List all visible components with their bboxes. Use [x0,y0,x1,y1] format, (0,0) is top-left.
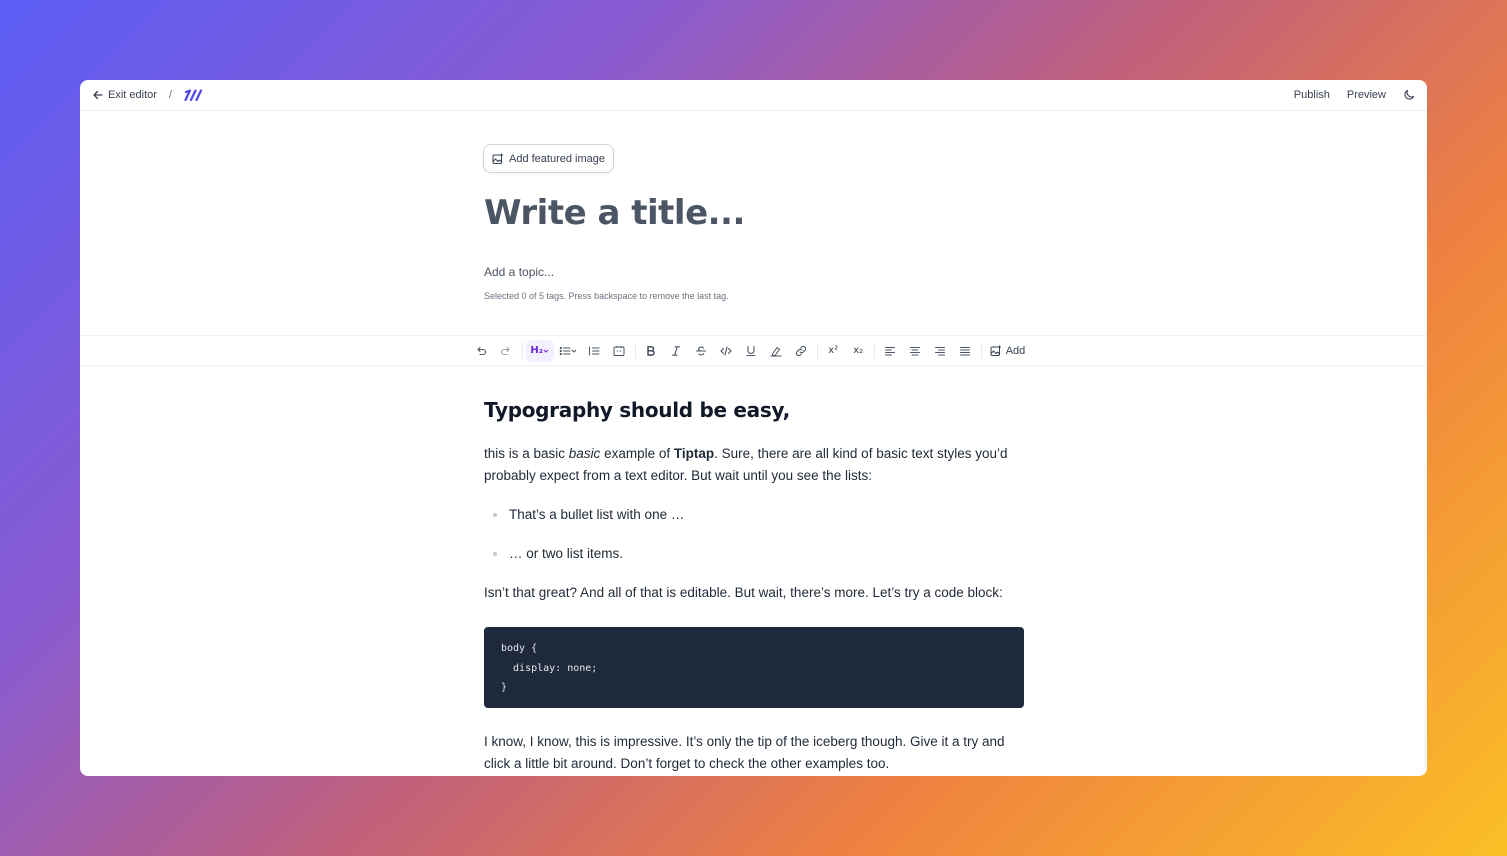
code-block-icon [613,345,625,356]
image-add-icon [492,153,503,164]
italic-button[interactable] [664,340,689,362]
top-bar-left: Exit editor / [92,88,202,102]
italic-icon [672,345,681,356]
formatting-toolbar: H₂ x² x₂ Add [80,335,1427,366]
code-block-button[interactable] [607,340,632,362]
bullet-list-icon [559,346,571,355]
redo-button[interactable] [494,340,519,362]
chevron-down-icon [543,349,549,353]
list-item: … or two list items. [484,543,1024,565]
add-featured-image-label: Add featured image [509,152,606,165]
undo-button[interactable] [469,340,494,362]
align-left-icon [885,346,896,355]
redo-icon [501,346,510,355]
top-bar: Exit editor / Publish Preview [80,80,1427,111]
strike-icon [696,346,707,355]
toolbar-divider [634,342,636,359]
document-paragraph: I know, I know, this is impressive. It’s… [484,734,1005,771]
document-heading: Typography should be easy, [484,398,790,422]
highlight-button[interactable] [764,340,789,362]
publish-button[interactable]: Publish [1294,89,1330,101]
highlight-icon [770,346,782,356]
title-input[interactable] [484,193,1024,233]
subscript-button[interactable]: x₂ [846,340,871,362]
list-dropdown-button[interactable] [554,340,582,362]
document-paragraph: Isn’t that great? And all of that is edi… [484,585,1003,600]
toolbar-divider [873,342,875,359]
bold-icon [647,345,655,356]
align-justify-icon [960,346,971,355]
code-block: body { display: none; } [484,627,1024,708]
image-add-icon [990,345,1001,356]
tiptap-logo-icon[interactable] [184,88,202,102]
link-button[interactable] [789,340,814,362]
arrow-left-icon [93,90,103,100]
text-run: example of [600,446,674,461]
topic-input[interactable] [484,265,884,279]
exit-editor-button[interactable]: Exit editor [92,89,157,101]
bold-button[interactable] [639,340,664,362]
preview-button[interactable]: Preview [1347,89,1386,101]
text-run: this is a basic [484,446,569,461]
align-center-button[interactable] [903,340,928,362]
align-justify-button[interactable] [953,340,978,362]
superscript-icon: x² [828,345,839,356]
document-paragraph: this is a basic basic example of Tiptap.… [484,443,1024,487]
toolbar-divider [521,342,523,359]
blockquote-button[interactable] [582,340,607,362]
add-featured-image-button[interactable]: Add featured image [483,144,615,173]
strikethrough-button[interactable] [689,340,714,362]
chevron-down-icon [571,349,577,353]
superscript-button[interactable]: x² [821,340,846,362]
align-right-button[interactable] [928,340,953,362]
italic-text: basic [568,446,601,461]
post-header: Add featured image Selected 0 of 5 tags.… [80,111,1427,335]
underline-icon [746,345,756,356]
editor-window: Exit editor / Publish Preview Add featur… [80,80,1427,776]
heading-icon: H₂ [530,345,544,356]
undo-icon [477,346,487,355]
bullet-list: That’s a bullet list with one … … or two… [484,504,1024,565]
link-icon [796,345,807,356]
toolbar-divider [816,342,818,359]
align-right-icon [935,346,946,355]
exit-editor-label: Exit editor [108,89,157,101]
inline-code-button[interactable] [714,340,739,362]
bold-text: Tiptap [673,446,715,461]
align-center-icon [910,346,921,355]
breadcrumb-separator: / [168,89,172,101]
moon-icon[interactable] [1403,89,1415,101]
ordered-list-icon [589,346,600,355]
add-image-label: Add [1005,344,1026,357]
top-bar-right: Publish Preview [1294,89,1415,101]
heading-dropdown-button[interactable]: H₂ [525,339,554,362]
code-icon [720,345,732,356]
editor-content[interactable]: Typography should be easy, this is a bas… [484,366,1024,775]
toolbar-divider [980,342,982,359]
tags-hint: Selected 0 of 5 tags. Press backspace to… [484,291,729,301]
list-item: That’s a bullet list with one … [484,504,1024,526]
subscript-icon: x₂ [853,345,864,356]
align-left-button[interactable] [878,340,903,362]
underline-button[interactable] [739,340,764,362]
add-image-button[interactable]: Add [985,340,1031,362]
